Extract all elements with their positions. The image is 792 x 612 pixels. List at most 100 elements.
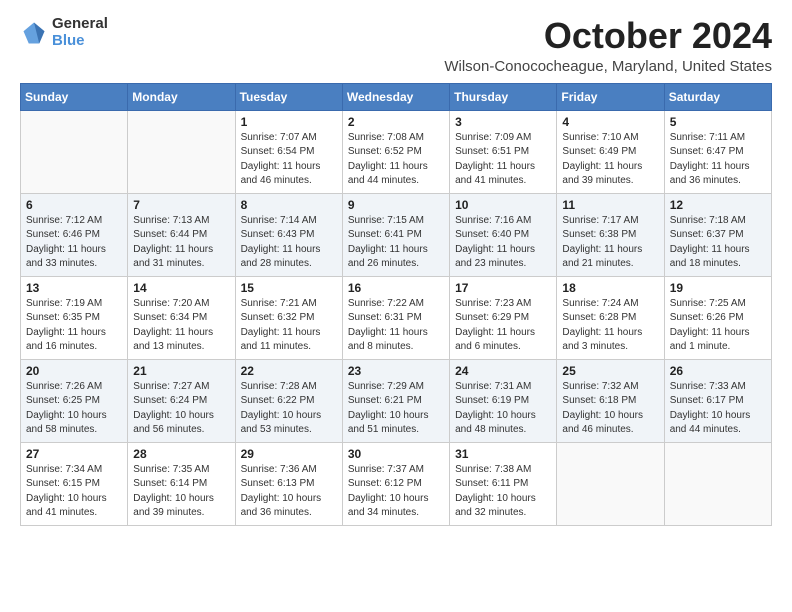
calendar-cell: 2 Sunrise: 7:08 AMSunset: 6:52 PMDaylight… xyxy=(342,110,449,193)
day-number: 21 xyxy=(133,364,229,378)
location-title: Wilson-Conococheague, Maryland, United S… xyxy=(444,58,772,75)
title-block: October 2024 Wilson-Conococheague, Maryl… xyxy=(444,16,772,75)
day-number: 2 xyxy=(348,115,444,129)
day-info: Sunrise: 7:27 AMSunset: 6:24 PMDaylight:… xyxy=(133,380,229,438)
day-info: Sunrise: 7:14 AMSunset: 6:43 PMDaylight:… xyxy=(241,214,337,272)
calendar-cell: 9 Sunrise: 7:15 AMSunset: 6:41 PMDaylight… xyxy=(342,193,449,276)
day-info: Sunrise: 7:15 AMSunset: 6:41 PMDaylight:… xyxy=(348,214,444,272)
header-tuesday: Tuesday xyxy=(235,83,342,110)
weekday-header-row: Sunday Monday Tuesday Wednesday Thursday… xyxy=(21,83,772,110)
calendar-cell: 22Sunrise: 7:28 AMSunset: 6:22 PMDayligh… xyxy=(235,359,342,442)
day-info: Sunrise: 7:34 AMSunset: 6:15 PMDaylight:… xyxy=(26,463,122,521)
day-number: 16 xyxy=(348,281,444,295)
day-number: 11 xyxy=(562,198,658,212)
calendar-cell: 16 Sunrise: 7:22 AMSunset: 6:31 PMDayligh… xyxy=(342,276,449,359)
day-info: Sunrise: 7:12 AMSunset: 6:46 PMDaylight:… xyxy=(26,214,122,272)
logo-text: General Blue xyxy=(52,16,108,49)
calendar-cell: 4 Sunrise: 7:10 AMSunset: 6:49 PMDaylight… xyxy=(557,110,664,193)
calendar-cell: 6Sunrise: 7:12 AMSunset: 6:46 PMDaylight… xyxy=(21,193,128,276)
header-friday: Friday xyxy=(557,83,664,110)
calendar-cell: 17Sunrise: 7:23 AMSunset: 6:29 PMDayligh… xyxy=(450,276,557,359)
day-number: 19 xyxy=(670,281,766,295)
day-info: Sunrise: 7:32 AMSunset: 6:18 PMDaylight:… xyxy=(562,380,658,438)
day-info: Sunrise: 7:36 AMSunset: 6:13 PMDaylight:… xyxy=(241,463,337,521)
calendar-week-2: 6Sunrise: 7:12 AMSunset: 6:46 PMDaylight… xyxy=(21,193,772,276)
day-info: Sunrise: 7:28 AMSunset: 6:22 PMDaylight:… xyxy=(241,380,337,438)
day-info: Sunrise: 7:18 AMSunset: 6:37 PMDaylight:… xyxy=(670,214,766,272)
day-number: 26 xyxy=(670,364,766,378)
day-info: Sunrise: 7:26 AMSunset: 6:25 PMDaylight:… xyxy=(26,380,122,438)
calendar-cell: 11 Sunrise: 7:17 AMSunset: 6:38 PMDayligh… xyxy=(557,193,664,276)
day-info: Sunrise: 7:09 AMSunset: 6:51 PMDaylight:… xyxy=(455,131,551,189)
day-info: Sunrise: 7:31 AMSunset: 6:19 PMDaylight:… xyxy=(455,380,551,438)
day-info: Sunrise: 7:10 AMSunset: 6:49 PMDaylight:… xyxy=(562,131,658,189)
calendar-cell: 27 Sunrise: 7:34 AMSunset: 6:15 PMDayligh… xyxy=(21,442,128,525)
calendar-cell: 10 Sunrise: 7:16 AMSunset: 6:40 PMDayligh… xyxy=(450,193,557,276)
day-number: 29 xyxy=(241,447,337,461)
calendar-cell: 3 Sunrise: 7:09 AMSunset: 6:51 PMDaylight… xyxy=(450,110,557,193)
calendar-cell: 31Sunrise: 7:38 AMSunset: 6:11 PMDayligh… xyxy=(450,442,557,525)
day-number: 13 xyxy=(26,281,122,295)
day-number: 1 xyxy=(241,115,337,129)
day-info: Sunrise: 7:16 AMSunset: 6:40 PMDaylight:… xyxy=(455,214,551,272)
day-number: 8 xyxy=(241,198,337,212)
day-number: 4 xyxy=(562,115,658,129)
header-wednesday: Wednesday xyxy=(342,83,449,110)
day-info: Sunrise: 7:11 AMSunset: 6:47 PMDaylight:… xyxy=(670,131,766,189)
calendar-cell: 14Sunrise: 7:20 AMSunset: 6:34 PMDayligh… xyxy=(128,276,235,359)
day-info: Sunrise: 7:29 AMSunset: 6:21 PMDaylight:… xyxy=(348,380,444,438)
day-info: Sunrise: 7:08 AMSunset: 6:52 PMDaylight:… xyxy=(348,131,444,189)
header-monday: Monday xyxy=(128,83,235,110)
day-number: 18 xyxy=(562,281,658,295)
logo: General Blue xyxy=(20,16,108,49)
calendar-cell: 24 Sunrise: 7:31 AMSunset: 6:19 PMDayligh… xyxy=(450,359,557,442)
calendar-cell: 21 Sunrise: 7:27 AMSunset: 6:24 PMDayligh… xyxy=(128,359,235,442)
calendar-cell: 23 Sunrise: 7:29 AMSunset: 6:21 PMDayligh… xyxy=(342,359,449,442)
day-number: 20 xyxy=(26,364,122,378)
logo-icon xyxy=(20,19,48,47)
calendar-page: General Blue October 2024 Wilson-Conococ… xyxy=(0,0,792,542)
day-info: Sunrise: 7:13 AMSunset: 6:44 PMDaylight:… xyxy=(133,214,229,272)
calendar-cell: 1 Sunrise: 7:07 AMSunset: 6:54 PMDaylight… xyxy=(235,110,342,193)
calendar-week-1: 1 Sunrise: 7:07 AMSunset: 6:54 PMDaylight… xyxy=(21,110,772,193)
day-info: Sunrise: 7:19 AMSunset: 6:35 PMDaylight:… xyxy=(26,297,122,355)
header: General Blue October 2024 Wilson-Conococ… xyxy=(20,16,772,75)
calendar-cell: 5Sunrise: 7:11 AMSunset: 6:47 PMDaylight… xyxy=(664,110,771,193)
calendar-week-5: 27 Sunrise: 7:34 AMSunset: 6:15 PMDayligh… xyxy=(21,442,772,525)
calendar-cell: 12Sunrise: 7:18 AMSunset: 6:37 PMDayligh… xyxy=(664,193,771,276)
calendar-cell xyxy=(21,110,128,193)
calendar-cell: 20 Sunrise: 7:26 AMSunset: 6:25 PMDayligh… xyxy=(21,359,128,442)
header-saturday: Saturday xyxy=(664,83,771,110)
day-number: 24 xyxy=(455,364,551,378)
calendar-body: 1 Sunrise: 7:07 AMSunset: 6:54 PMDaylight… xyxy=(21,110,772,525)
day-number: 3 xyxy=(455,115,551,129)
calendar-cell: 26Sunrise: 7:33 AMSunset: 6:17 PMDayligh… xyxy=(664,359,771,442)
logo-blue-text: Blue xyxy=(52,33,108,50)
day-number: 23 xyxy=(348,364,444,378)
day-number: 30 xyxy=(348,447,444,461)
day-info: Sunrise: 7:24 AMSunset: 6:28 PMDaylight:… xyxy=(562,297,658,355)
calendar-cell xyxy=(557,442,664,525)
day-number: 25 xyxy=(562,364,658,378)
calendar-cell: 19 Sunrise: 7:25 AMSunset: 6:26 PMDayligh… xyxy=(664,276,771,359)
calendar-cell: 15Sunrise: 7:21 AMSunset: 6:32 PMDayligh… xyxy=(235,276,342,359)
calendar-cell: 30Sunrise: 7:37 AMSunset: 6:12 PMDayligh… xyxy=(342,442,449,525)
calendar-cell xyxy=(128,110,235,193)
day-info: Sunrise: 7:21 AMSunset: 6:32 PMDaylight:… xyxy=(241,297,337,355)
calendar-week-3: 13 Sunrise: 7:19 AMSunset: 6:35 PMDayligh… xyxy=(21,276,772,359)
day-number: 10 xyxy=(455,198,551,212)
day-info: Sunrise: 7:17 AMSunset: 6:38 PMDaylight:… xyxy=(562,214,658,272)
day-number: 27 xyxy=(26,447,122,461)
day-info: Sunrise: 7:07 AMSunset: 6:54 PMDaylight:… xyxy=(241,131,337,189)
day-info: Sunrise: 7:25 AMSunset: 6:26 PMDaylight:… xyxy=(670,297,766,355)
day-number: 9 xyxy=(348,198,444,212)
day-info: Sunrise: 7:35 AMSunset: 6:14 PMDaylight:… xyxy=(133,463,229,521)
day-number: 14 xyxy=(133,281,229,295)
day-info: Sunrise: 7:22 AMSunset: 6:31 PMDaylight:… xyxy=(348,297,444,355)
calendar-cell: 7Sunrise: 7:13 AMSunset: 6:44 PMDaylight… xyxy=(128,193,235,276)
calendar-table: Sunday Monday Tuesday Wednesday Thursday… xyxy=(20,83,772,526)
calendar-cell: 29 Sunrise: 7:36 AMSunset: 6:13 PMDayligh… xyxy=(235,442,342,525)
logo-general-text: General xyxy=(52,16,108,33)
day-info: Sunrise: 7:23 AMSunset: 6:29 PMDaylight:… xyxy=(455,297,551,355)
header-sunday: Sunday xyxy=(21,83,128,110)
